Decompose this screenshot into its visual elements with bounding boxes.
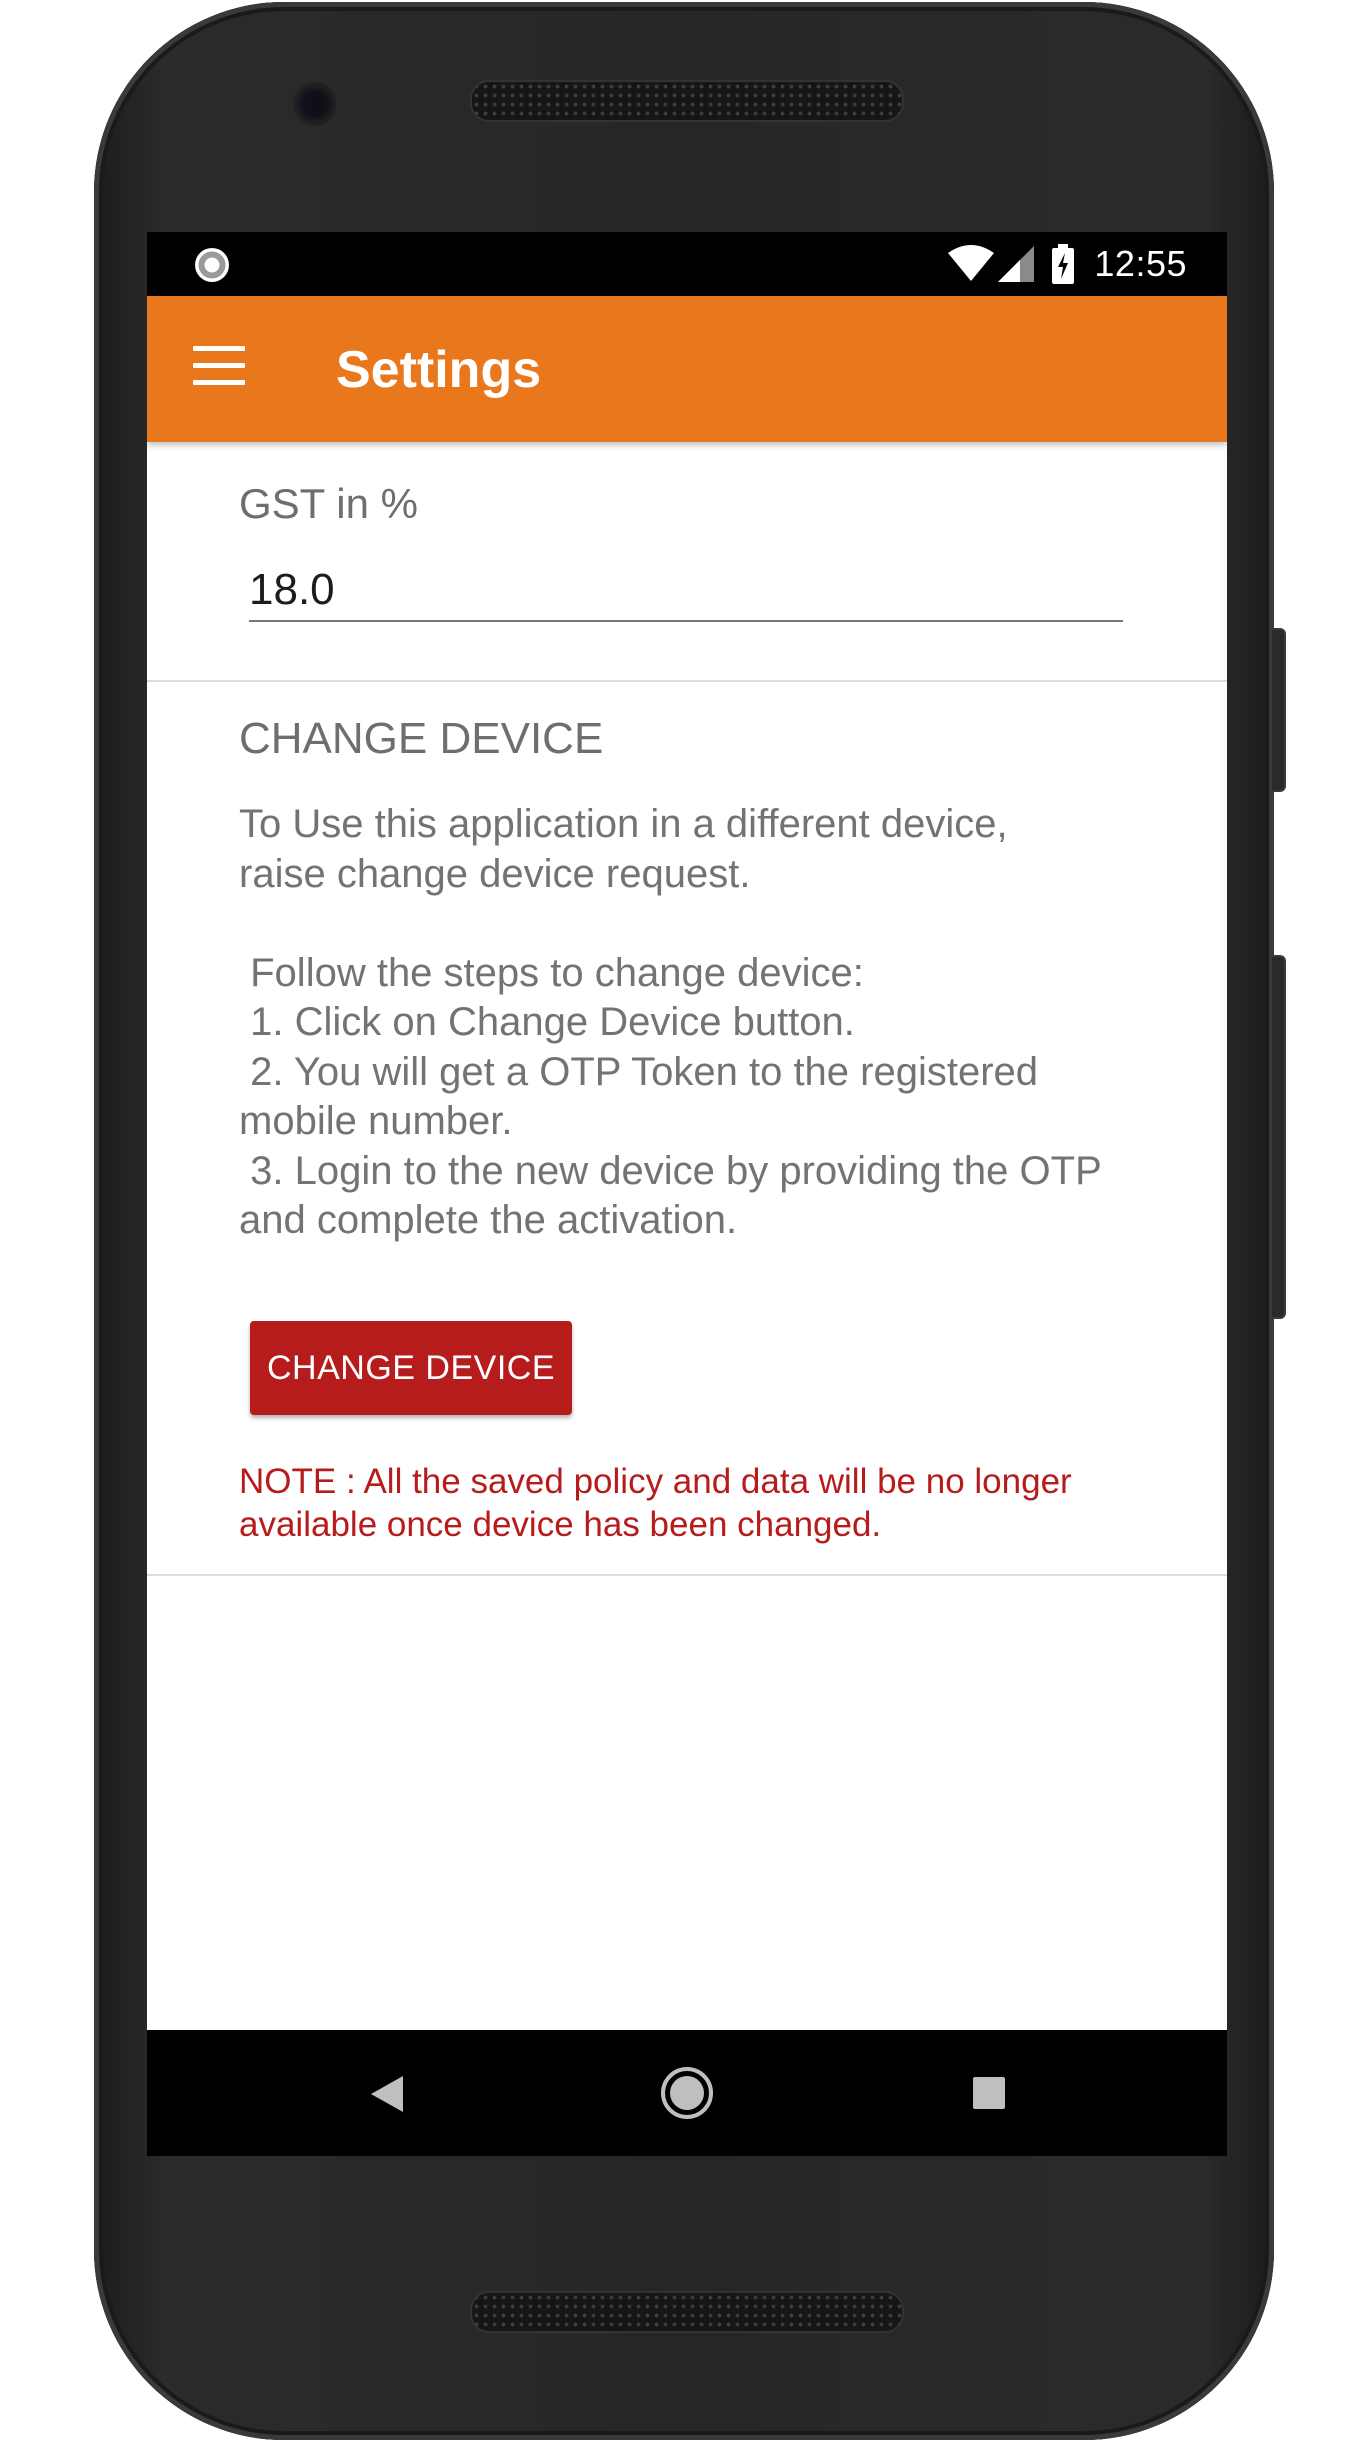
- gst-input[interactable]: [249, 560, 1123, 622]
- wifi-icon: [948, 245, 995, 281]
- recents-icon[interactable]: [973, 2077, 1005, 2109]
- volume-button: [1272, 955, 1286, 1319]
- navigation-bar: [147, 2030, 1227, 2156]
- change-device-description: To Use this application in a different d…: [239, 802, 1102, 1242]
- screen: 12:55 Settings GST in % CHANGE DEVICE To…: [147, 232, 1227, 2156]
- home-icon[interactable]: [660, 2066, 714, 2120]
- app-bar: Settings: [147, 296, 1227, 442]
- power-button: [1272, 628, 1286, 792]
- divider: [147, 1574, 1227, 1576]
- sync-icon: [195, 248, 229, 282]
- change-device-button[interactable]: CHANGE DEVICE: [250, 1321, 572, 1415]
- change-device-note: NOTE : All the saved policy and data wil…: [239, 1462, 1072, 1544]
- top-speaker-grille: [470, 80, 904, 122]
- signal-icon: [998, 246, 1035, 282]
- bottom-speaker-grille: [470, 2291, 904, 2333]
- gst-label: GST in %: [239, 480, 418, 527]
- status-bar: 12:55: [147, 232, 1227, 296]
- hamburger-menu-icon[interactable]: [193, 346, 245, 386]
- status-icons: 12:55: [948, 232, 1187, 296]
- change-device-heading: CHANGE DEVICE: [239, 714, 604, 763]
- back-icon[interactable]: [371, 2076, 405, 2112]
- front-camera: [293, 82, 337, 126]
- page-title: Settings: [336, 341, 542, 399]
- divider: [147, 680, 1227, 682]
- battery-charging-icon: [1052, 244, 1075, 284]
- status-time: 12:55: [1094, 243, 1187, 284]
